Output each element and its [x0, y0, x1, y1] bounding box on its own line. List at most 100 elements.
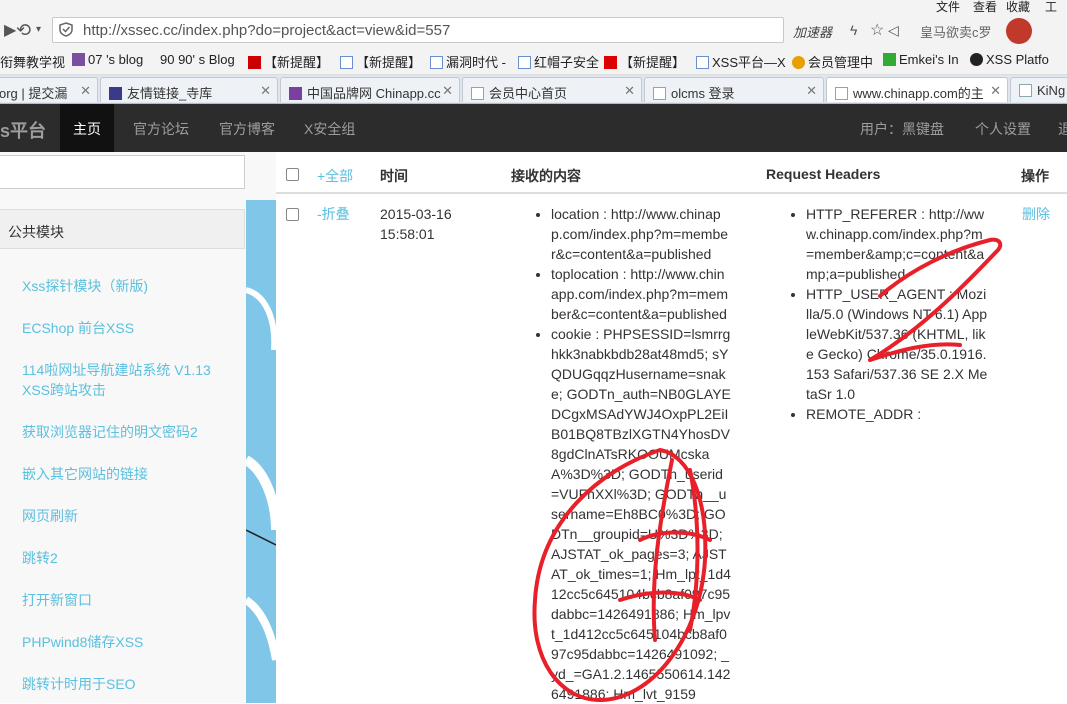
browser-tab[interactable]: KiNg — [1010, 77, 1067, 102]
row-time: 2015-03-16 15:58:01 — [380, 206, 452, 242]
bookmark-item[interactable]: 90 90' s Blog — [160, 52, 235, 67]
nav-settings[interactable]: 个人设置 — [975, 119, 1031, 139]
sidebar-module-link[interactable]: ECShop 前台XSS — [22, 318, 222, 338]
column-actions: 操作 — [1021, 168, 1049, 184]
brand-logo[interactable]: s平台 — [0, 117, 46, 143]
arrow-left-icon[interactable]: ◁ — [888, 22, 899, 39]
site-icon — [289, 87, 302, 100]
nav-forum[interactable]: 官方论坛 — [133, 119, 189, 139]
sidebar-module-link[interactable]: 打开新窗口 — [22, 590, 222, 610]
select-all-checkbox[interactable] — [286, 168, 299, 181]
page-icon — [696, 56, 709, 69]
close-icon[interactable]: ✕ — [624, 83, 635, 99]
close-icon[interactable]: ✕ — [442, 83, 453, 99]
sidebar-module-link[interactable]: 获取浏览器记住的明文密码2 — [22, 422, 222, 442]
site-icon — [109, 87, 122, 100]
decorative-artwork — [246, 200, 276, 703]
avatar[interactable] — [1006, 18, 1032, 44]
column-time: 时间 — [380, 168, 408, 184]
row-content: location : http://www.chinapp.com/index.… — [537, 204, 731, 704]
table-header: +全部 时间 接收的内容 Request Headers 操作 — [276, 152, 1067, 194]
site-navbar: s平台 主页 官方论坛 官方博客 X安全组 用户：黑键盘 个人设置 退 — [0, 104, 1067, 152]
sidebar-module-link[interactable]: 跳转计时用于SEO — [22, 674, 222, 694]
header-value: HTTP_USER_AGENT : Mozilla/5.0 (Windows N… — [806, 284, 988, 404]
bookmark-item[interactable]: 红帽子安全 — [518, 52, 599, 71]
sidebar-heading[interactable]: 公共模块 — [0, 209, 245, 249]
browser-tab[interactable]: 中国品牌网 Chinapp.cc ✕ — [280, 77, 460, 102]
nav-logout[interactable]: 退 — [1058, 119, 1067, 139]
browser-tab[interactable]: 友情链接_寺库 ✕ — [100, 77, 278, 102]
nav-security-group[interactable]: X安全组 — [304, 119, 355, 139]
page-icon — [653, 87, 666, 100]
bookmarks-bar: 衔舞教学视 07 's blog 90 90' s Blog 【新提醒】 【新提… — [0, 46, 1067, 75]
page-icon — [340, 56, 353, 69]
header-value: HTTP_REFERER : http://www.chinapp.com/in… — [806, 204, 988, 284]
browser-tab[interactable]: org | 提交漏 ✕ — [0, 77, 98, 102]
page-icon — [1019, 84, 1032, 97]
bookmark-item[interactable]: 衔舞教学视 — [0, 52, 65, 71]
sidebar-module-link[interactable]: 跳转2 — [22, 548, 222, 568]
sidebar-module-link[interactable]: PHPwind8储存XSS — [22, 632, 222, 652]
address-bar[interactable]: http://xssec.cc/index.php?do=project&act… — [52, 17, 784, 43]
column-content: 接收的内容 — [511, 168, 581, 184]
bookmark-item[interactable]: Emkei's In — [883, 52, 959, 67]
chevron-down-icon[interactable]: ▾ — [36, 24, 41, 35]
browser-tab-active[interactable]: www.chinapp.com的主 ✕ — [826, 77, 1008, 102]
header-value: REMOTE_ADDR : — [806, 404, 988, 424]
browser-user-label[interactable]: 皇马欲卖c罗 — [920, 22, 992, 41]
bookmark-item[interactable]: 会员管理中 — [792, 52, 873, 71]
bookmark-icon — [883, 53, 896, 66]
browser-tab[interactable]: olcms 登录 ✕ — [644, 77, 824, 102]
bookmark-icon — [604, 56, 617, 69]
star-icon[interactable]: ☆ — [870, 20, 884, 40]
sidebar-module-link[interactable]: 嵌入其它网站的链接 — [22, 464, 222, 484]
page-icon — [835, 87, 848, 100]
address-row: ▶ ⟲ ▾ http://xssec.cc/index.php?do=proje… — [0, 14, 1067, 46]
nav-user[interactable]: 用户：黑键盘 — [860, 119, 944, 139]
page-icon — [430, 56, 443, 69]
sidebar-module-link[interactable]: Xss探针模块（新版) — [22, 276, 222, 296]
sidebar-module-link[interactable]: 网页刷新 — [22, 506, 222, 526]
bookmark-item[interactable]: 【新提醒】 — [604, 52, 685, 71]
close-icon[interactable]: ✕ — [990, 83, 1001, 99]
bookmark-item[interactable]: XSS Platfo — [970, 52, 1049, 67]
sidebar-module-link[interactable]: 114啦网址导航建站系统 V1.13 XSS跨站攻击 — [22, 360, 222, 400]
bookmark-item[interactable]: 【新提醒】 — [248, 52, 329, 71]
bookmark-icon — [970, 53, 983, 66]
sidebar-search-input[interactable] — [0, 155, 245, 189]
expand-all-link[interactable]: +全部 — [317, 166, 353, 186]
bookmark-item[interactable]: 漏洞时代 - — [430, 52, 506, 71]
collapse-link[interactable]: -折叠 — [317, 204, 350, 224]
close-icon[interactable]: ✕ — [80, 83, 91, 99]
bookmark-icon — [248, 56, 261, 69]
delete-link[interactable]: 删除 — [1022, 204, 1050, 224]
tab-strip: org | 提交漏 ✕ 友情链接_寺库 ✕ 中国品牌网 Chinapp.cc ✕ 会员… — [0, 75, 1067, 104]
row-request-headers: HTTP_REFERER : http://www.chinapp.com/in… — [792, 204, 988, 424]
nav-home[interactable]: 主页 — [73, 119, 101, 139]
bookmark-item[interactable]: 【新提醒】 — [340, 52, 421, 71]
lightning-icon[interactable]: ϟ — [850, 22, 857, 38]
menu-file[interactable]: 文件 — [936, 0, 960, 15]
bookmark-item[interactable]: XSS平台—X — [696, 52, 786, 71]
url-text: http://xssec.cc/index.php?do=project&act… — [83, 22, 451, 39]
content-value: location : http://www.chinapp.com/index.… — [551, 204, 731, 264]
page-icon — [518, 56, 531, 69]
nav-blog[interactable]: 官方博客 — [219, 119, 275, 139]
forward-arrow-icon[interactable]: ▶ — [4, 20, 16, 40]
menu-view[interactable]: 查看 — [973, 0, 997, 15]
menu-favorites[interactable]: 收藏 — [1006, 0, 1030, 15]
close-icon[interactable]: ✕ — [806, 83, 817, 99]
page-icon — [471, 87, 484, 100]
bookmark-item[interactable]: 07 's blog — [72, 52, 143, 67]
close-icon[interactable]: ✕ — [260, 83, 271, 99]
content-value: toplocation : http://www.chinapp.com/ind… — [551, 264, 731, 324]
browser-menubar: 文件 查看 收藏 工具 — [0, 0, 1067, 31]
accelerator-button[interactable]: 加速器 — [793, 22, 832, 41]
browser-tab[interactable]: 会员中心首页 ✕ — [462, 77, 642, 102]
row-checkbox[interactable] — [286, 208, 299, 221]
refresh-icon[interactable]: ⟲ — [16, 20, 31, 41]
bookmark-icon — [72, 53, 85, 66]
content-value: cookie : PHPSESSID=lsmrrghkk3nabkbdb28at… — [551, 324, 731, 704]
column-request-headers: Request Headers — [766, 166, 881, 182]
sidebar: 公共模块 Xss探针模块（新版) ECShop 前台XSS 114啦网址导航建站… — [0, 152, 276, 703]
